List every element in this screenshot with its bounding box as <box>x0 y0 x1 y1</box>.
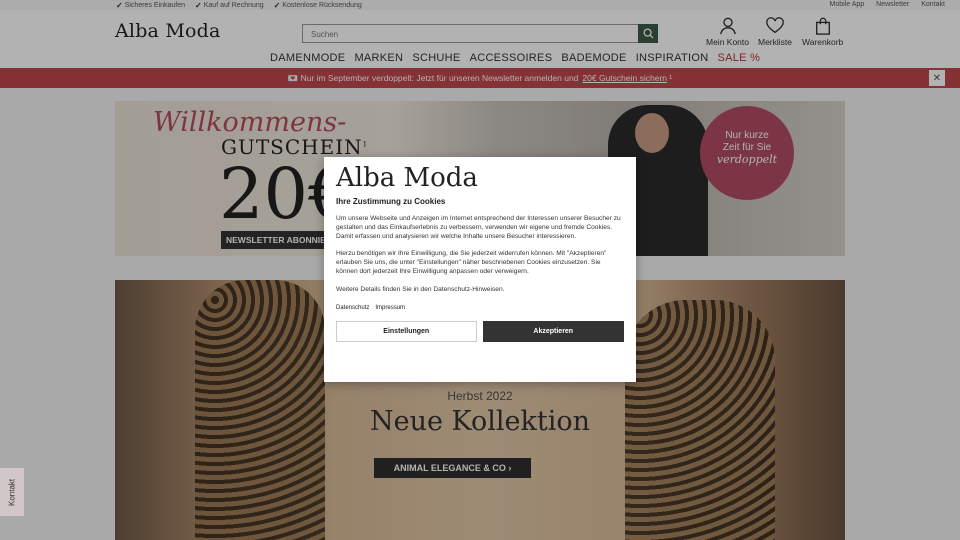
accept-button[interactable]: Akzeptieren <box>482 320 624 342</box>
modal-buttons: Einstellungen Akzeptieren <box>336 320 624 342</box>
modal-paragraph: Hierzu benötigen wir Ihre Einwilligung, … <box>336 250 607 275</box>
modal-paragraph: Um unsere Webseite und Anzeigen im Inter… <box>336 215 621 240</box>
modal-logo: Alba Moda <box>336 163 478 193</box>
privacy-link[interactable]: Datenschutz <box>336 305 369 311</box>
modal-paragraph: Weitere Details finden Sie in den Datens… <box>336 285 505 293</box>
imprint-link[interactable]: Impressum <box>375 305 405 311</box>
cookie-consent-dialog: Alba Moda Ihre Zustimmung zu Cookies Um … <box>324 157 636 382</box>
settings-button[interactable]: Einstellungen <box>336 320 477 342</box>
kontakt-tab[interactable]: Kontakt <box>0 468 24 516</box>
modal-heading: Ihre Zustimmung zu Cookies <box>336 197 446 206</box>
modal-links: Datenschutz Impressum <box>336 305 624 311</box>
